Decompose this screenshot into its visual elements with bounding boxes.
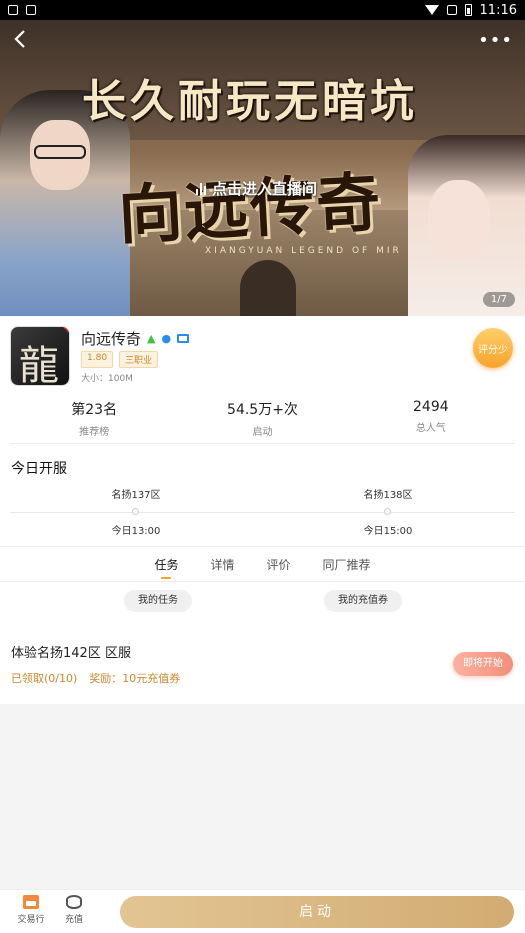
android-icon: ▲ (147, 332, 156, 345)
rating-button[interactable]: 评分少 (473, 328, 513, 368)
task-reward-row: 已领取(0/10) 奖励：10元充值券 (11, 670, 180, 686)
app-tags: 1.80 三职业 (81, 351, 159, 368)
version-tag: 1.80 (81, 351, 114, 368)
battery-icon (464, 4, 472, 16)
timeline-dot (132, 508, 139, 515)
stat-rank[interactable]: 第23名 推荐榜 (10, 396, 178, 443)
live-room-label: 点击进入直播间 (212, 180, 318, 198)
banner-slogan: 长久耐玩无暗坑 (82, 76, 418, 127)
wifi-icon (424, 5, 439, 15)
launch-button[interactable]: 启动 (120, 896, 514, 928)
coins-icon (66, 895, 82, 909)
tab-reviews[interactable]: 评价 (267, 547, 291, 581)
tab-same-developer[interactable]: 同厂推荐 (323, 547, 371, 581)
apple-icon: ● (161, 332, 172, 345)
no-signal-icon (446, 5, 457, 15)
status-bar: 11:16 (0, 0, 525, 20)
notification-icon (26, 5, 36, 15)
stat-popularity: 2494 总人气 (413, 399, 449, 434)
game-info-panel: 龍 向远传奇 ▲ ● 1.80 三职业 大小：100M 评分少 第23名 推荐榜… (0, 316, 525, 704)
server-timeline: 名扬137区 今日13:00 名扬138区 今日15:00 (10, 486, 515, 538)
banner-page-indicator: 1/7 (482, 292, 515, 307)
banner-game-logo-sub: XIANGYUAN LEGEND OF MIR (205, 246, 402, 256)
back-icon[interactable] (10, 28, 32, 50)
game-banner[interactable]: 长久耐玩无暗坑 向远传奇 XIANGYUAN LEGEND OF MIR 点击进… (0, 20, 525, 316)
task-item: 体验名扬142区 区服 已领取(0/10) 奖励：10元充值券 即将开始 (0, 634, 525, 704)
app-icon: 龍 (10, 326, 70, 386)
timeline-dot (384, 508, 391, 515)
bottom-bar: 交易行 充值 启动 (0, 889, 525, 933)
stats-row: 第23名 推荐榜 54.5万+次 启动 2494 总人气 (10, 396, 515, 444)
banner-city-gate (240, 260, 296, 316)
app-name: 向远传奇 (81, 330, 142, 348)
tab-tasks[interactable]: 任务 (154, 547, 178, 581)
today-servers-title: 今日开服 (11, 461, 67, 477)
stat-launches: 54.5万+次 启动 (227, 402, 298, 438)
recharge-button[interactable]: 充值 (54, 895, 94, 925)
tab-details[interactable]: 详情 (210, 547, 234, 581)
task-claimed: 已领取(0/10) (11, 672, 78, 685)
clock: 11:16 (479, 2, 517, 18)
app-title-row: 向远传奇 ▲ ● (81, 328, 190, 349)
app-size: 大小：100M (81, 374, 133, 384)
task-title: 体验名扬142区 区服 (11, 646, 131, 661)
task-reward: 奖励：10元充值券 (89, 672, 181, 685)
more-icon[interactable]: ••• (478, 30, 513, 51)
detail-tabs: 任务 详情 评价 同厂推荐 (0, 546, 525, 582)
trade-button[interactable]: 交易行 (11, 895, 51, 925)
live-bars-icon (196, 182, 206, 195)
live-room-button[interactable]: 点击进入直播间 (196, 178, 317, 199)
streamer-right-image (408, 135, 525, 316)
pc-icon (177, 334, 190, 343)
banner-game-logo: 向远传奇 (116, 165, 385, 254)
coming-soon-button[interactable]: 即将开始 (453, 652, 513, 676)
shield-icon (8, 5, 18, 15)
class-tag: 三职业 (119, 351, 159, 368)
my-tasks-button[interactable]: 我的任务 (124, 590, 192, 612)
task-sub-buttons: 我的任务 我的充值券 (0, 590, 525, 616)
my-coupons-button[interactable]: 我的充值券 (324, 590, 402, 612)
shop-icon (23, 895, 39, 909)
